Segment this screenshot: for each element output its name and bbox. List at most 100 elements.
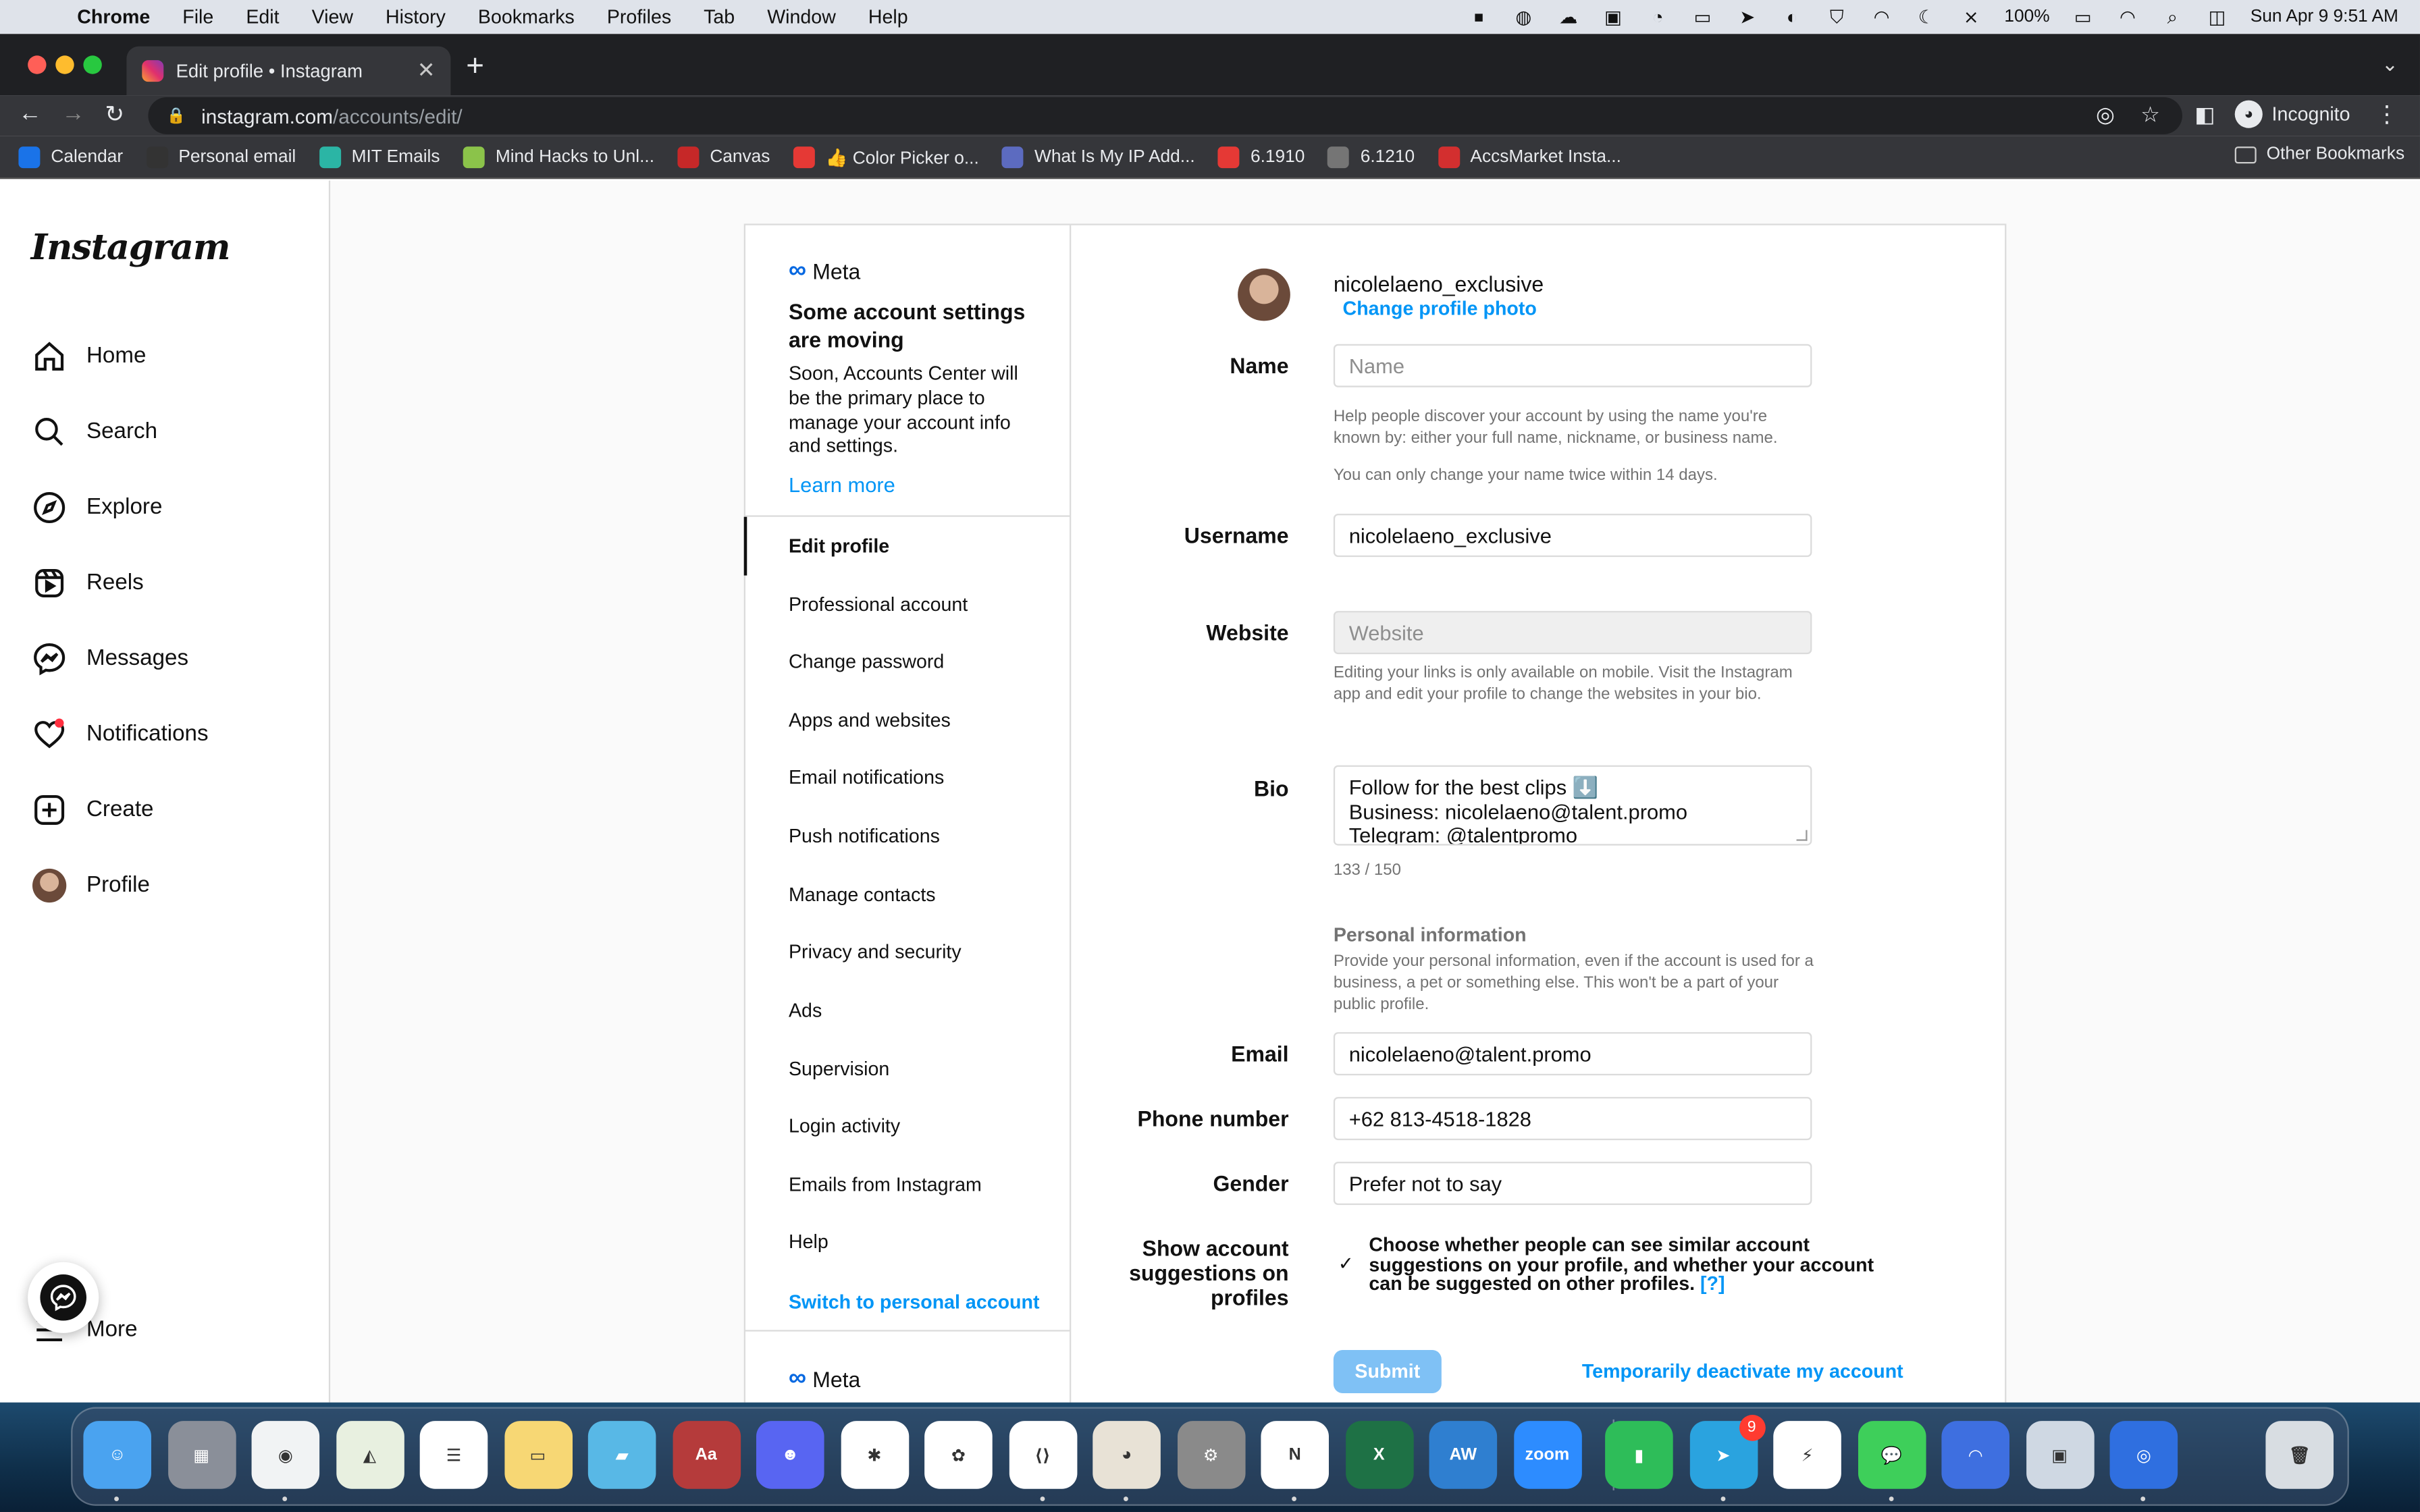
menu-app-name[interactable]: Chrome bbox=[77, 6, 150, 28]
chrome-app-icon[interactable]: ◉ bbox=[251, 1421, 320, 1489]
nav-search[interactable]: Search bbox=[31, 414, 157, 451]
timer-icon[interactable]: ◔ bbox=[1646, 6, 1669, 28]
menu-privacy-and-security[interactable]: Privacy and security bbox=[789, 941, 962, 963]
zoom-app-icon[interactable]: zoom bbox=[1513, 1421, 1581, 1489]
aw-reader-app-icon[interactable]: AW bbox=[1429, 1421, 1498, 1489]
mic-off-icon[interactable]: ⨯ bbox=[1959, 6, 1982, 28]
submit-button[interactable]: Submit bbox=[1333, 1349, 1442, 1393]
nav-reels[interactable]: Reels bbox=[31, 565, 144, 602]
system-preferences-app-icon[interactable]: ⚙ bbox=[1176, 1421, 1245, 1489]
messages-app-icon[interactable]: 💬 bbox=[1857, 1421, 1926, 1489]
notion-app-icon[interactable]: N bbox=[1261, 1421, 1329, 1489]
lock-icon[interactable]: 🔒 bbox=[167, 107, 186, 124]
launchpad-app-icon[interactable]: ▦ bbox=[167, 1421, 236, 1489]
email-input[interactable]: nicolelaeno@talent.promo bbox=[1333, 1032, 1812, 1076]
menu-professional-account[interactable]: Professional account bbox=[789, 594, 968, 616]
clock[interactable]: Sun Apr 9 9:51 AM bbox=[2251, 7, 2398, 26]
dictionary-app-icon[interactable]: Aa bbox=[672, 1421, 740, 1489]
menu-profiles[interactable]: Profiles bbox=[607, 6, 671, 28]
resize-handle-icon[interactable] bbox=[1796, 830, 1808, 841]
name-input[interactable]: Name bbox=[1333, 344, 1812, 387]
zoom-window-button[interactable] bbox=[83, 55, 102, 74]
menu-emails-from-instagram[interactable]: Emails from Instagram bbox=[789, 1174, 982, 1195]
finder-app-icon[interactable]: ☺ bbox=[83, 1421, 151, 1489]
wifi-icon[interactable]: ◠ bbox=[2116, 6, 2139, 28]
nav-explore[interactable]: Explore bbox=[31, 489, 162, 526]
nav-home[interactable]: Home bbox=[31, 338, 146, 375]
menu-help[interactable]: Help bbox=[789, 1231, 828, 1253]
vpn-icon[interactable]: ◠ bbox=[1870, 6, 1893, 28]
photos-app-icon[interactable]: ✿ bbox=[924, 1421, 993, 1489]
close-tab-icon[interactable]: ✕ bbox=[417, 57, 436, 84]
bookmark-item[interactable]: Personal email bbox=[146, 145, 296, 167]
vscode-app-icon[interactable]: ⟨⟩ bbox=[1008, 1421, 1077, 1489]
forward-arrow-icon[interactable]: → bbox=[61, 101, 84, 127]
app-status-icon[interactable]: ◍ bbox=[1512, 6, 1535, 28]
switch-to-personal-link[interactable]: Switch to personal account bbox=[789, 1291, 1039, 1313]
menu-history[interactable]: History bbox=[386, 6, 446, 28]
stop-icon[interactable]: ⏹ bbox=[1467, 5, 1490, 28]
menu-login-activity[interactable]: Login activity bbox=[789, 1116, 900, 1137]
cyberduck-app-icon[interactable]: ◕ bbox=[1093, 1421, 1161, 1489]
menu-file[interactable]: File bbox=[182, 6, 213, 28]
trash-app-icon[interactable]: 🗑 bbox=[2265, 1421, 2334, 1489]
menu-ads[interactable]: Ads bbox=[789, 1000, 822, 1021]
eye-off-icon[interactable]: ◎ bbox=[2096, 102, 2115, 128]
messenger-app-icon[interactable]: ⚡ bbox=[1773, 1421, 1841, 1489]
gender-input[interactable]: Prefer not to say bbox=[1333, 1162, 1812, 1206]
nav-profile[interactable]: Profile bbox=[31, 867, 150, 905]
spotlight-icon[interactable]: ⌕ bbox=[2161, 5, 2184, 28]
nav-messages[interactable]: Messages bbox=[31, 641, 188, 678]
bookmark-star-icon[interactable]: ☆ bbox=[2140, 102, 2160, 128]
learn-more-link[interactable]: Learn more bbox=[789, 474, 895, 497]
bookmark-item[interactable]: 👍 Color Picker o... bbox=[793, 145, 979, 167]
control-center-icon[interactable]: ◫ bbox=[2205, 6, 2228, 28]
menu-email-notifications[interactable]: Email notifications bbox=[789, 767, 944, 788]
stickies-app-icon[interactable]: ▰ bbox=[587, 1421, 656, 1489]
instagram-logo[interactable]: Instagram bbox=[31, 227, 231, 269]
discord-app-icon[interactable]: ☻ bbox=[756, 1421, 824, 1489]
menu-change-password[interactable]: Change password bbox=[789, 651, 944, 673]
suggestions-help-link[interactable]: [?] bbox=[1700, 1273, 1725, 1295]
bookmark-item[interactable]: 6.1210 bbox=[1327, 145, 1415, 167]
bio-textarea[interactable]: Follow for the best clips ⬇️ Business: n… bbox=[1333, 765, 1812, 846]
side-panel-icon[interactable]: ◧ bbox=[2194, 102, 2215, 128]
preview-app-icon[interactable]: ▣ bbox=[2025, 1421, 2094, 1489]
bookmark-item[interactable]: AccsMarket Insta... bbox=[1438, 145, 1621, 167]
new-tab-icon[interactable]: + bbox=[466, 49, 484, 85]
chrome-menu-icon[interactable]: ⋮ bbox=[2375, 101, 2398, 128]
address-bar[interactable]: 🔒 instagram.com/accounts/edit/ bbox=[148, 97, 2182, 134]
bookmark-item[interactable]: Canvas bbox=[677, 145, 770, 167]
excel-app-icon[interactable]: X bbox=[1344, 1421, 1413, 1489]
location-icon[interactable]: ➤ bbox=[1736, 6, 1759, 28]
notes-app-icon[interactable]: ▭ bbox=[504, 1421, 572, 1489]
username-input[interactable]: nicolelaeno_exclusive bbox=[1333, 514, 1812, 558]
menu-supervision[interactable]: Supervision bbox=[789, 1058, 889, 1080]
bookmark-item[interactable]: 6.1910 bbox=[1217, 145, 1305, 167]
slack-app-icon[interactable]: ✱ bbox=[840, 1421, 909, 1489]
globe-icon[interactable]: ◐ bbox=[1781, 6, 1804, 28]
bookmark-item[interactable]: Calendar bbox=[18, 145, 123, 167]
battery-icon[interactable]: ▭ bbox=[2072, 6, 2095, 28]
numbers-app-icon[interactable]: ▮ bbox=[1605, 1421, 1673, 1489]
screen-time-app-icon[interactable]: ◎ bbox=[2109, 1421, 2178, 1489]
change-profile-photo-link[interactable]: Change profile photo bbox=[1343, 298, 1537, 319]
menu-edit-profile[interactable]: Edit profile bbox=[789, 535, 889, 557]
nav-notifications[interactable]: Notifications bbox=[31, 716, 209, 753]
messenger-floating-button[interactable] bbox=[28, 1262, 99, 1333]
menu-bookmarks[interactable]: Bookmarks bbox=[478, 6, 575, 28]
maps-app-icon[interactable]: ◭ bbox=[336, 1421, 404, 1489]
other-bookmarks[interactable]: Other Bookmarks bbox=[2234, 145, 2404, 163]
reminders-app-icon[interactable]: ☰ bbox=[419, 1421, 488, 1489]
app-badge-icon[interactable]: ▣ bbox=[1602, 6, 1625, 28]
suggestions-checkbox[interactable]: ✓ bbox=[1338, 1253, 1360, 1274]
menu-manage-contacts[interactable]: Manage contacts bbox=[789, 884, 936, 906]
nordvpn-app-icon[interactable]: ◠ bbox=[1941, 1421, 2009, 1489]
nav-create[interactable]: Create bbox=[31, 792, 153, 829]
incognito-badge[interactable]: ◕ Incognito bbox=[2234, 100, 2350, 128]
menu-help[interactable]: Help bbox=[868, 6, 908, 28]
back-arrow-icon[interactable]: ← bbox=[18, 101, 41, 127]
deactivate-account-link[interactable]: Temporarily deactivate my account bbox=[1582, 1361, 1903, 1382]
tab-instagram[interactable]: Edit profile • Instagram ✕ bbox=[126, 46, 451, 96]
tab-search-chevron-icon[interactable]: ⌄ bbox=[2382, 53, 2398, 78]
